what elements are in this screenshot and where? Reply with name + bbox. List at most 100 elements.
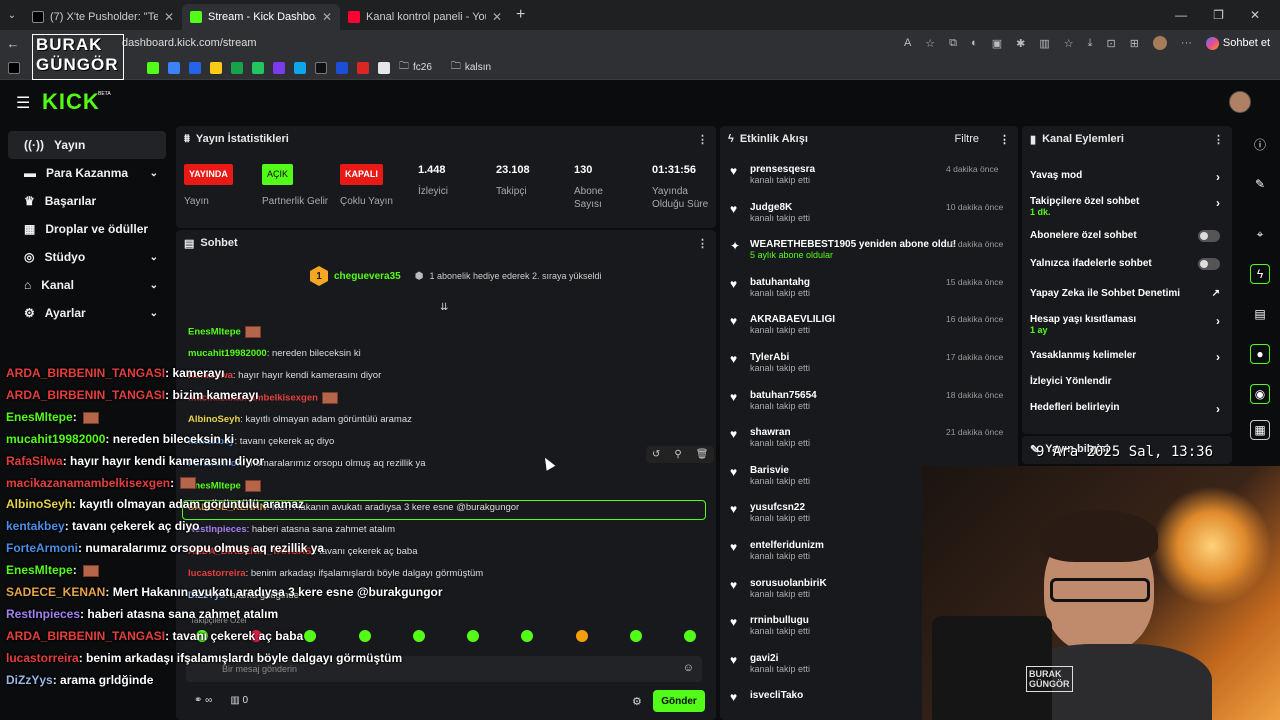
info-icon[interactable]: ⓘ bbox=[1250, 134, 1270, 154]
scan-icon[interactable]: ⌖ bbox=[1250, 224, 1270, 244]
lightning-icon[interactable]: ϟ bbox=[1250, 264, 1270, 284]
favorites-icon[interactable]: ☆ bbox=[1064, 37, 1074, 50]
emote-icon[interactable] bbox=[304, 630, 317, 642]
emote-icon[interactable] bbox=[467, 630, 480, 642]
toggle-switch[interactable] bbox=[1198, 258, 1220, 270]
sidebar-item-studyo[interactable]: ◎ Stüdyo ⌄ bbox=[8, 243, 166, 271]
bookmark-kick-icon[interactable] bbox=[147, 61, 159, 74]
chat-username[interactable]: lucastorreira bbox=[188, 568, 246, 579]
browser-tab-x[interactable]: (7) X'te Pusholder: "Telefon dolandı ✕ bbox=[24, 4, 182, 30]
hamburger-menu-icon[interactable]: ☰ bbox=[16, 93, 30, 113]
restore-icon[interactable]: ❐ bbox=[1213, 8, 1224, 22]
layout-icon[interactable]: ▦ bbox=[1250, 420, 1270, 440]
bookmark-icon[interactable] bbox=[210, 61, 222, 74]
window-close-icon[interactable]: ✕ bbox=[1250, 8, 1260, 22]
emoji-picker-icon[interactable]: ☺ bbox=[683, 662, 694, 674]
chat-bubble-icon[interactable]: ● bbox=[1250, 344, 1270, 364]
more-options-icon[interactable]: ⋮ bbox=[999, 133, 1010, 146]
browser-tab-kick[interactable]: Stream - Kick Dashboard ✕ bbox=[182, 4, 340, 30]
bookmark-folder-kalsin[interactable]: 🗀 kalsın bbox=[451, 59, 491, 76]
profile-avatar[interactable] bbox=[1152, 36, 1167, 50]
bookmark-icon[interactable] bbox=[336, 61, 348, 74]
scroll-to-bottom-icon[interactable]: ⇊ bbox=[440, 302, 448, 313]
filter-button[interactable]: Filtre bbox=[955, 133, 979, 145]
channel-action-item[interactable]: Yasaklanmış kelimeler › bbox=[1030, 350, 1220, 364]
split-screen-icon[interactable]: ▥ bbox=[1039, 37, 1049, 50]
channel-action-item[interactable]: Hedefleri belirleyin › bbox=[1030, 402, 1220, 416]
browser-tab-youtube[interactable]: Kanal kontrol paneli - YouTube Stu ✕ bbox=[340, 4, 510, 30]
sidebar-item-ayarlar[interactable]: ⚙ Ayarlar ⌄ bbox=[8, 299, 166, 327]
pin-icon[interactable]: ⚲ bbox=[674, 449, 681, 460]
kick-logo[interactable]: KICK bbox=[42, 89, 100, 115]
bookmark-icon[interactable] bbox=[231, 61, 243, 74]
read-aloud-icon[interactable]: A bbox=[904, 37, 911, 49]
extension-icon[interactable]: ▣ bbox=[992, 37, 1002, 50]
bookmark-icon[interactable] bbox=[273, 61, 285, 74]
new-tab-icon[interactable]: + bbox=[516, 6, 525, 24]
emote-icon[interactable] bbox=[412, 630, 425, 642]
bookmark-icon[interactable] bbox=[315, 61, 327, 74]
url-field[interactable]: dashboard.kick.com/stream bbox=[122, 37, 257, 49]
channel-action-item[interactable]: Takipçilere özel sohbet 1 dk. › bbox=[1030, 196, 1220, 217]
sidebar-item-droplar[interactable]: ▦ Droplar ve ödüller bbox=[8, 215, 166, 243]
close-icon[interactable]: ✕ bbox=[164, 10, 174, 24]
toggle-switch[interactable] bbox=[1198, 230, 1220, 242]
channel-action-item[interactable]: Yalnızca ifadelerle sohbet bbox=[1030, 258, 1220, 270]
chat-username[interactable]: EnesMltepe bbox=[188, 327, 241, 338]
back-icon[interactable]: ← bbox=[0, 36, 26, 51]
bookmark-icon[interactable] bbox=[252, 61, 264, 74]
extension-icon[interactable]: ⧉ bbox=[949, 37, 957, 50]
bookmark-x-icon[interactable] bbox=[8, 61, 20, 74]
more-options-icon[interactable]: ⋮ bbox=[697, 237, 708, 250]
close-icon[interactable]: ✕ bbox=[492, 10, 502, 24]
reply-icon[interactable]: ↺ bbox=[652, 449, 660, 460]
delete-icon[interactable]: 🗑 bbox=[696, 449, 709, 460]
sidebar-item-yayin[interactable]: ((·)) Yayın bbox=[8, 131, 166, 159]
emote-icon[interactable] bbox=[575, 630, 588, 642]
extension-icon[interactable]: ◐ bbox=[971, 37, 978, 49]
activity-item[interactable]: ♥ TylerAbi kanalı takip etti 17 dakika önce bbox=[730, 352, 1012, 374]
emote-icon[interactable] bbox=[358, 630, 371, 642]
bookmark-icon[interactable] bbox=[168, 61, 180, 74]
chat-username[interactable]: AlbinoSeyh bbox=[188, 414, 240, 425]
emote-icon[interactable] bbox=[521, 630, 534, 642]
more-options-icon[interactable]: ⋮ bbox=[1213, 133, 1224, 146]
sidebar-item-kanal[interactable]: ⌂ Kanal ⌄ bbox=[8, 271, 166, 299]
more-options-icon[interactable]: ⋮ bbox=[697, 133, 708, 146]
send-button[interactable]: Gönder bbox=[653, 690, 705, 712]
user-avatar[interactable] bbox=[1229, 91, 1251, 113]
activity-item[interactable]: ♥ Judge8K kanalı takip etti 10 dakika önce bbox=[730, 202, 1012, 224]
channel-action-item[interactable]: Yavaş mod › bbox=[1030, 170, 1220, 184]
pencil-icon[interactable]: ✎ bbox=[1250, 174, 1270, 194]
emote-icon[interactable] bbox=[629, 630, 642, 642]
bookmark-folder-fc26[interactable]: 🗀 fc26 bbox=[399, 59, 432, 76]
bookmark-icon[interactable] bbox=[189, 61, 201, 74]
channel-action-item[interactable]: Yapay Zeka ile Sohbet Denetimi ↗ bbox=[1030, 288, 1220, 299]
download-icon[interactable]: ⤓ bbox=[1088, 37, 1093, 50]
extension-icon[interactable]: ✱ bbox=[1016, 37, 1025, 50]
screenshot-icon[interactable]: ⊡ bbox=[1106, 37, 1115, 50]
tab-list-chevron-icon[interactable]: ⌄ bbox=[0, 10, 24, 21]
activity-item[interactable]: ♥ batuhantahg kanalı takip etti 15 dakika ö… bbox=[730, 277, 1012, 299]
activity-item[interactable]: ♥ batuhan75654 kanalı takip etti 18 dakika … bbox=[730, 390, 1012, 412]
bookmark-icon[interactable] bbox=[378, 61, 390, 74]
bookmark-icon[interactable] bbox=[294, 61, 306, 74]
sidebar-item-para-kazanma[interactable]: ▬ Para Kazanma ⌄ bbox=[8, 159, 166, 187]
broadcast-icon[interactable]: ◉ bbox=[1250, 384, 1270, 404]
channel-action-item[interactable]: İzleyici Yönlendir bbox=[1030, 376, 1220, 387]
extensions-icon[interactable]: ⊞ bbox=[1130, 37, 1139, 50]
favorite-star-icon[interactable]: ☆ bbox=[925, 37, 935, 50]
emote-icon[interactable] bbox=[683, 630, 696, 642]
document-icon[interactable]: ▤ bbox=[1250, 304, 1270, 324]
sidebar-item-basarilar[interactable]: ♛ Başarılar bbox=[8, 187, 166, 215]
chat-settings-icon[interactable]: ⚙ bbox=[632, 695, 642, 708]
activity-item[interactable]: ♥ AKRABAEVLILIGI kanalı takip etti 16 dakik… bbox=[730, 314, 1012, 336]
activity-item[interactable]: ♥ prensesqesra kanalı takip etti 4 dakika ö… bbox=[730, 164, 1012, 186]
close-icon[interactable]: ✕ bbox=[322, 10, 332, 24]
channel-action-item[interactable]: Abonelere özel sohbet bbox=[1030, 230, 1220, 242]
pinned-username[interactable]: cheguevera35 bbox=[334, 271, 401, 282]
bookmark-icon[interactable] bbox=[357, 61, 369, 74]
more-menu-icon[interactable]: ··· bbox=[1181, 37, 1192, 49]
channel-action-item[interactable]: Hesap yaşı kısıtlaması 1 ay › bbox=[1030, 314, 1220, 335]
copilot-button[interactable]: Sohbet et bbox=[1205, 36, 1270, 50]
